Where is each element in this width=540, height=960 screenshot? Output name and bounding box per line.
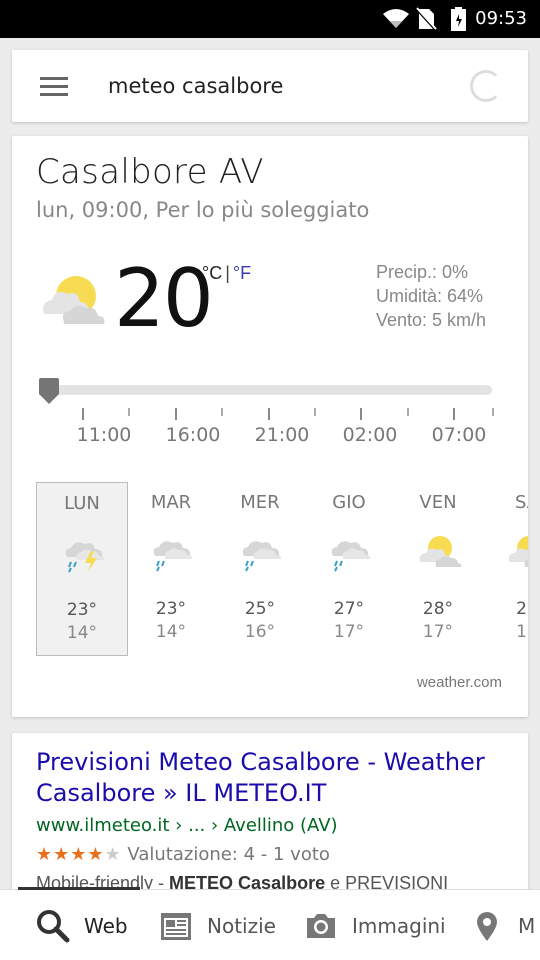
forecast-day[interactable]: LUN 23° 14°: [36, 482, 128, 656]
rating-stars-empty: ★: [104, 844, 122, 865]
wind: Vento: 5 km/h: [376, 310, 487, 330]
status-time: 09:53: [475, 8, 527, 29]
timeline-label: 21:00: [254, 424, 310, 446]
result-url[interactable]: www.ilmeteo.it › ... › Avellino (AV): [36, 815, 338, 836]
forecast-high: 29: [516, 599, 528, 619]
rain-cloud-icon: [153, 541, 193, 572]
bottom-navigation: Web Notizie Immagini M: [0, 887, 540, 960]
forecast-day-name: MAR: [150, 492, 192, 513]
search-icon: [37, 909, 70, 942]
forecast-low: 19: [516, 622, 528, 642]
timeline-label: 11:00: [76, 424, 132, 446]
timeline-tick: [221, 408, 223, 416]
timeline-labels: 11:00 16:00 21:00 02:00 07:00: [36, 424, 506, 452]
timeline-slider-handle[interactable]: [38, 378, 60, 406]
forecast-high: 23°: [66, 600, 98, 620]
camera-icon: [307, 913, 335, 938]
spinner-icon: [470, 70, 502, 102]
tab-web-label: Web: [84, 913, 128, 938]
timeline-tick: [492, 408, 494, 416]
timeline-label: 16:00: [165, 424, 221, 446]
forecast-day-name: VEN: [419, 492, 457, 513]
weather-card[interactable]: Casalbore AV lun, 09:00, Per lo più sole…: [12, 136, 528, 717]
weather-stats: Precip.: 0% Umidità: 64% Vento: 5 km/h: [376, 260, 486, 332]
forecast-day-name: MER: [240, 492, 280, 513]
thunderstorm-icon: [65, 542, 105, 573]
rain-cloud-icon: [242, 541, 282, 572]
forecast-high: 25°: [244, 599, 276, 619]
forecast-low: 17°: [422, 622, 454, 642]
timeline-tick: [360, 408, 362, 420]
map-pin-icon: [477, 911, 497, 941]
forecast-high: 27°: [333, 599, 365, 619]
partly-cloudy-icon: [508, 536, 528, 567]
forecast-day[interactable]: MER 25° 16°: [214, 482, 306, 656]
timeline-ticks: [50, 408, 496, 420]
current-temperature: 20: [114, 252, 214, 345]
timeline-label: 07:00: [431, 424, 487, 446]
tab-news-label: Notizie: [207, 913, 276, 938]
status-bar: 09:53: [0, 0, 540, 38]
precipitation: Precip.: 0%: [376, 262, 469, 282]
forecast-day[interactable]: MAR 23° 14°: [125, 482, 217, 656]
forecast-low: 17°: [333, 622, 365, 642]
search-bar[interactable]: meteo casalbore: [12, 50, 528, 122]
weather-location: Casalbore AV: [36, 152, 264, 192]
battery-icon: [451, 7, 466, 31]
rating-stars: ★★★★★: [36, 844, 122, 865]
forecast-high: 23°: [155, 599, 187, 619]
result-title-link[interactable]: Previsioni Meteo Casalbore - Weather Cas…: [36, 747, 506, 809]
forecast-day[interactable]: VEN 28° 17°: [392, 482, 484, 656]
weather-subtitle: lun, 09:00, Per lo più soleggiato: [36, 198, 370, 222]
forecast-low: 14°: [66, 623, 98, 643]
timeline-tick: [128, 408, 130, 416]
timeline-tick: [314, 408, 316, 416]
timeline-label: 02:00: [342, 424, 398, 446]
news-icon: [161, 912, 191, 940]
humidity: Umidità: 64%: [376, 286, 484, 306]
no-sim-icon: [415, 7, 437, 31]
tab-news[interactable]: Notizie: [159, 890, 276, 960]
search-result[interactable]: Previsioni Meteo Casalbore - Weather Cas…: [12, 733, 528, 893]
forecast-day-name: LUN: [64, 493, 100, 514]
forecast-day-name: SA: [514, 492, 528, 513]
partly-cloudy-icon: [419, 536, 462, 567]
rating-text: Valutazione: 4 - 1 voto: [127, 844, 330, 865]
unit-fahrenheit[interactable]: °F: [233, 263, 251, 283]
daily-forecast: LUN 23° 14° MAR 23° 14° MER 25° 16° GIO 27° 17° VEN 2…: [36, 482, 528, 656]
unit-toggle: °C | °F: [202, 263, 251, 284]
hamburger-menu-icon[interactable]: [40, 77, 68, 97]
unit-separator: |: [225, 263, 230, 283]
tab-maps-label: M: [518, 913, 536, 938]
tab-maps[interactable]: M: [470, 890, 535, 960]
timeline-tick: [82, 408, 84, 420]
forecast-high: 28°: [422, 599, 454, 619]
partly-cloudy-icon: [43, 276, 105, 324]
result-rating: ★★★★★ Valutazione: 4 - 1 voto: [36, 844, 330, 865]
timeline-track[interactable]: [50, 385, 492, 395]
timeline-tick: [453, 408, 455, 420]
forecast-low: 14°: [155, 622, 187, 642]
wifi-icon: [383, 9, 409, 28]
forecast-low: 16°: [244, 622, 276, 642]
timeline-tick: [268, 408, 270, 420]
tab-images[interactable]: Immagini: [304, 890, 446, 960]
rating-stars-filled: ★★★★: [36, 844, 105, 865]
tab-images-label: Immagini: [352, 913, 446, 938]
forecast-day[interactable]: SA 29 19: [481, 482, 528, 656]
tab-web[interactable]: Web: [36, 890, 128, 960]
forecast-day-name: GIO: [332, 492, 366, 513]
forecast-day[interactable]: GIO 27° 17°: [303, 482, 395, 656]
search-query[interactable]: meteo casalbore: [108, 74, 283, 98]
timeline-tick: [407, 408, 409, 416]
rain-cloud-icon: [331, 541, 371, 572]
weather-source-link[interactable]: weather.com: [417, 674, 502, 691]
timeline-tick: [175, 408, 177, 420]
unit-celsius[interactable]: °C: [202, 263, 222, 283]
